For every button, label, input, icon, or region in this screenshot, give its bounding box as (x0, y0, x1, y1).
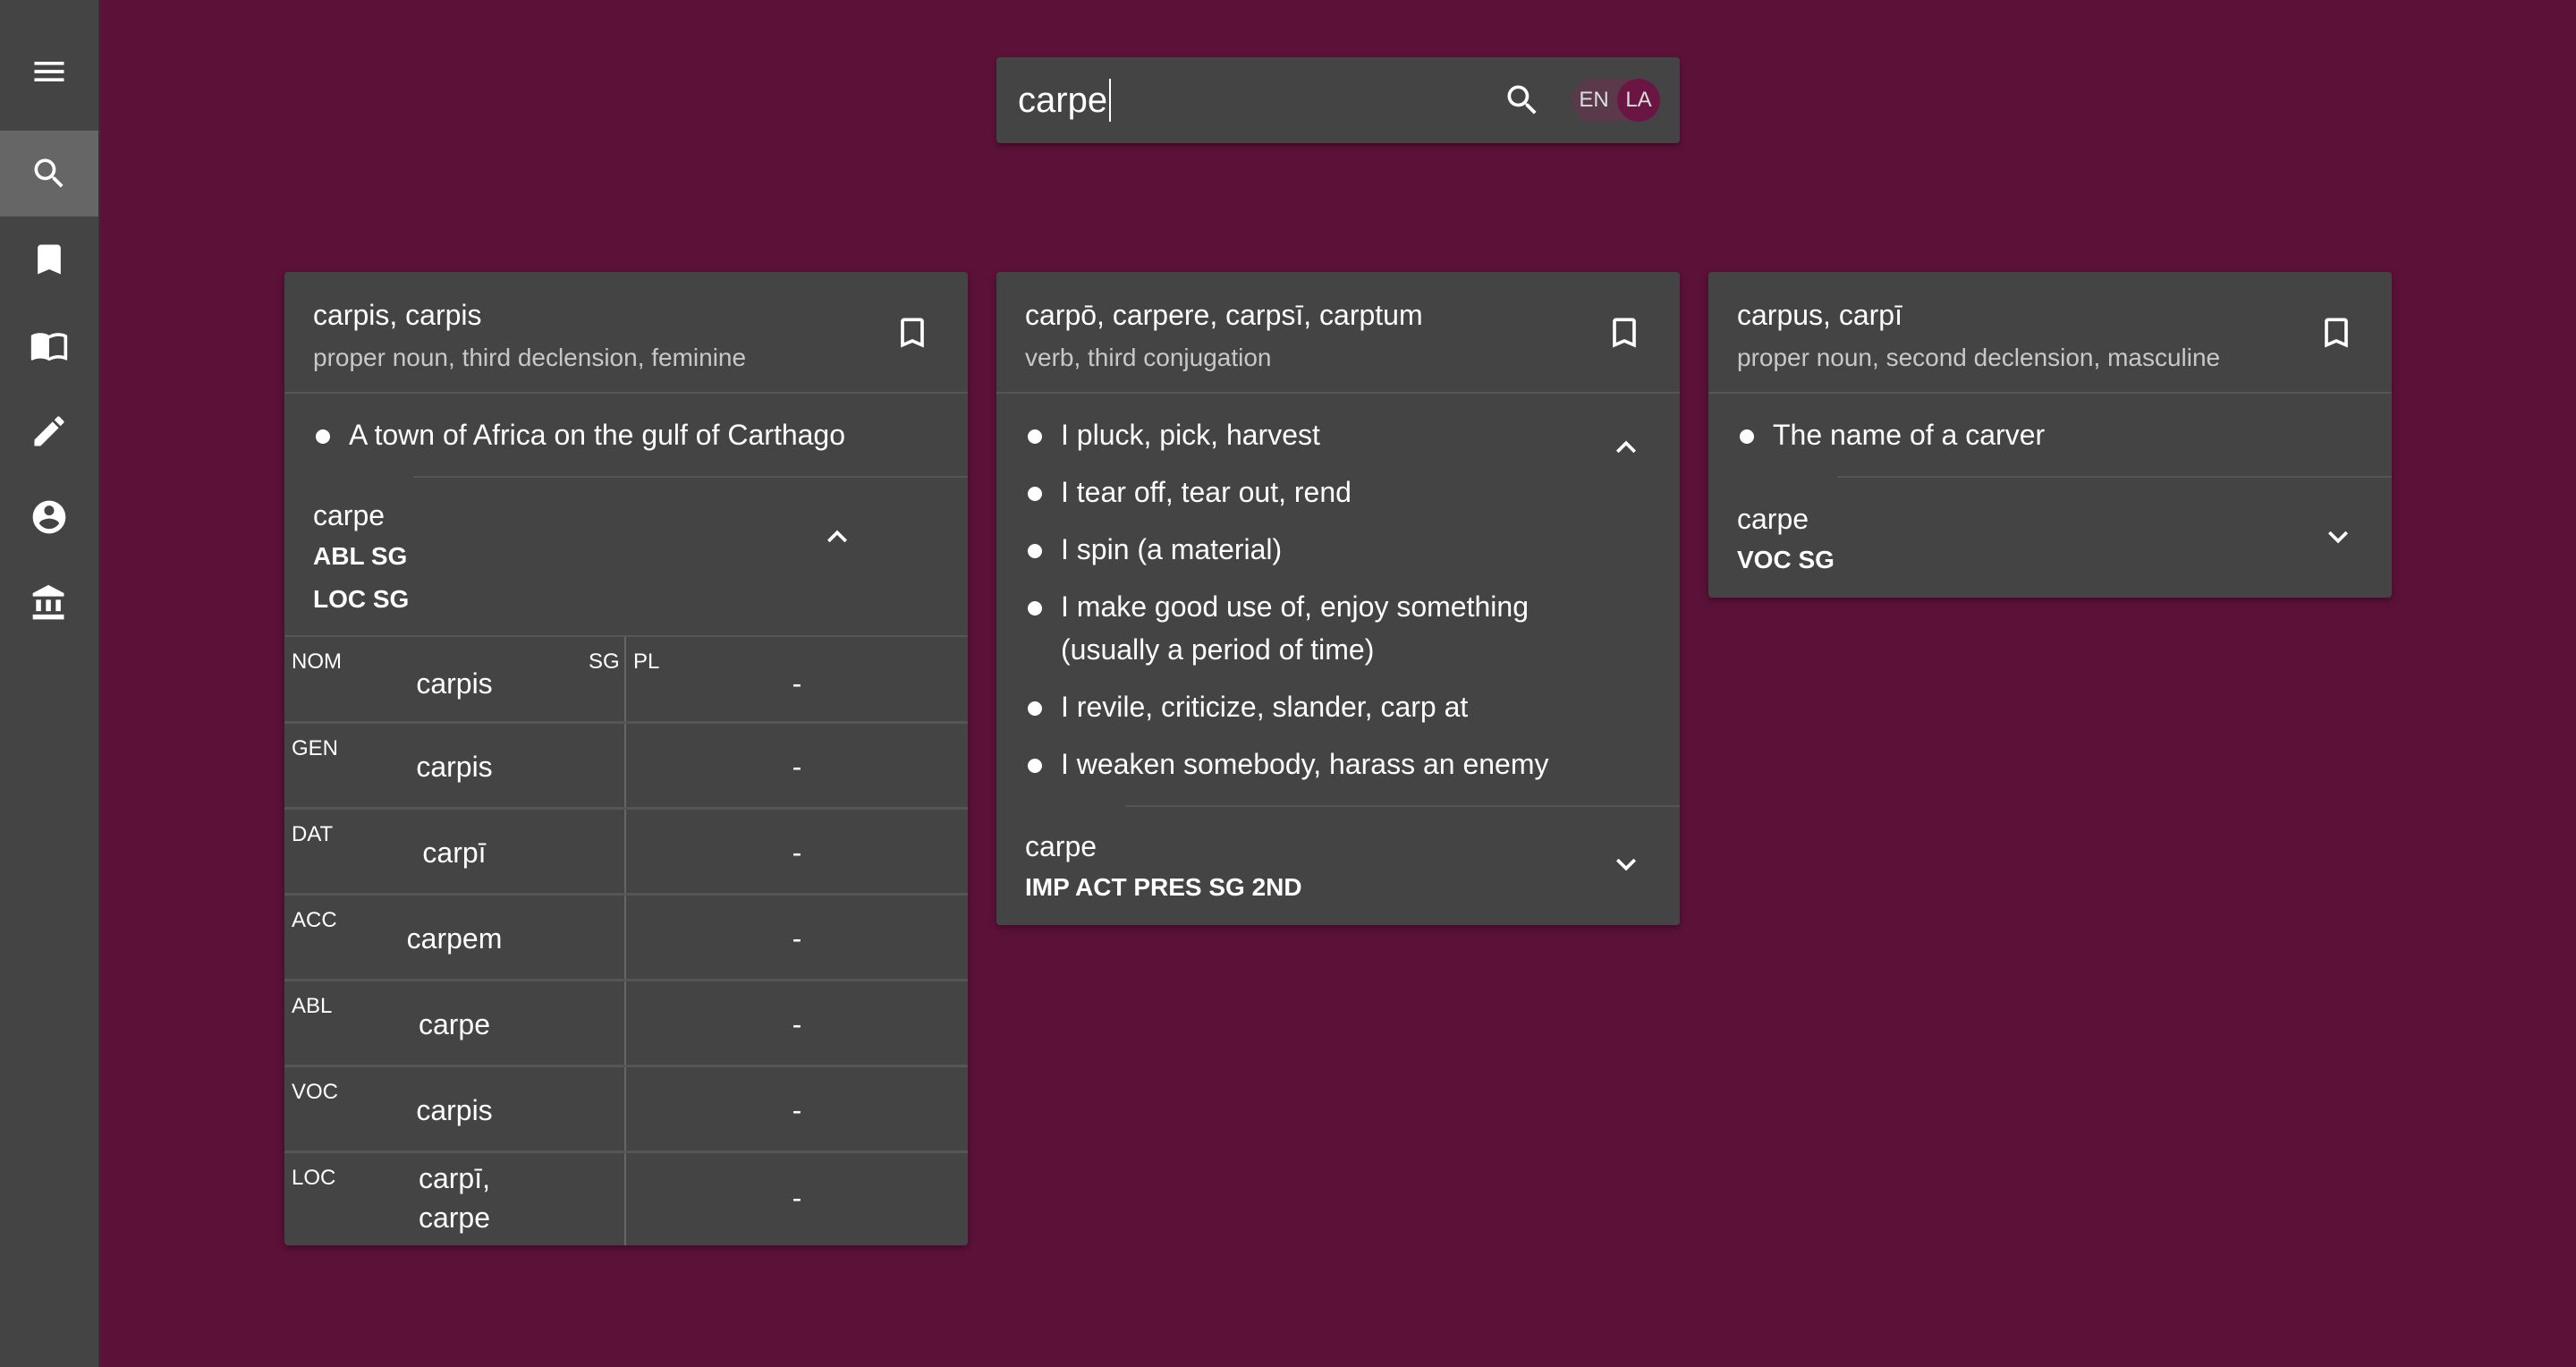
plural-form: - (792, 667, 802, 700)
chevron-up-icon (1616, 440, 1636, 454)
form-tag: VOC SG (1737, 546, 1835, 573)
plural-form: - (792, 1007, 802, 1040)
bookmark-button[interactable] (893, 313, 932, 352)
expand-button[interactable] (2318, 517, 2358, 556)
singular-form: carpis (416, 751, 493, 783)
form-word: carpe (313, 499, 386, 531)
form-tag: ABL SG (313, 542, 408, 570)
singular-form: carpis (416, 1094, 493, 1126)
table-row: GEN carpis - (284, 721, 968, 810)
form-word: carpe (1025, 830, 1097, 862)
table-row: ACC carpem - (284, 893, 968, 981)
text-caret (1109, 79, 1111, 122)
part-of-speech: proper noun, second declension, masculin… (1737, 344, 2221, 371)
part-of-speech: proper noun, third declension, feminine (313, 344, 747, 371)
bookmark-outline-icon (901, 318, 924, 348)
card-header: carpō, carpere, carpsī, carptum verb, th… (996, 272, 1680, 394)
chevron-down-icon (2328, 531, 2348, 544)
search-icon (1507, 85, 1537, 115)
card-header: carpis, carpis proper noun, third declen… (284, 272, 968, 394)
plural-form: - (792, 836, 802, 869)
form-word: carpe (1737, 503, 1809, 535)
table-row: ABL carpe - (284, 979, 968, 1067)
search-input[interactable] (1018, 77, 1483, 123)
lang-option-en[interactable]: EN (1572, 79, 1615, 122)
expand-button[interactable] (1606, 845, 1646, 884)
definition: I spin (a material) (996, 528, 1680, 571)
divider (1837, 476, 2392, 478)
book-open-icon (30, 333, 68, 361)
lang-option-la[interactable]: LA (1617, 79, 1660, 122)
divider (1125, 805, 1680, 807)
headword: carpō, carpere, carpsī, carptum (1025, 299, 1423, 331)
card-header: carpus, carpī proper noun, second declen… (1708, 272, 2392, 394)
search-button[interactable] (1503, 81, 1542, 120)
institution-icon (32, 584, 64, 620)
pencil-icon (34, 416, 64, 446)
table-row: LOC carpī, carpe - (284, 1150, 968, 1246)
plural-form: - (792, 1093, 802, 1126)
part-of-speech: verb, third conjugation (1025, 344, 1272, 371)
sidebar-item-bookmarks[interactable] (0, 217, 98, 302)
table-row: VOC carpis - (284, 1065, 968, 1153)
divider (413, 476, 968, 478)
plural-form: - (792, 921, 802, 955)
search-icon (34, 158, 64, 188)
sidebar-item-search[interactable] (0, 131, 98, 217)
result-card: carpus, carpī proper noun, second declen… (1708, 272, 2392, 598)
singular-form: carpe (418, 1008, 491, 1040)
form-tag: IMP ACT PRES SG 2ND (1025, 873, 1302, 901)
bookmark-outline-icon (2325, 318, 2348, 348)
result-card: carpō, carpere, carpsī, carptum verb, th… (996, 272, 1680, 925)
table-row: DAT carpī - (284, 807, 968, 896)
bookmark-button[interactable] (1605, 313, 1644, 352)
definition: I make good use of, enjoy something (usu… (996, 585, 1680, 671)
account-icon (32, 500, 66, 534)
bookmark-icon (38, 244, 61, 275)
collapse-button[interactable] (818, 517, 857, 556)
singular-form: carpis (416, 667, 493, 700)
singular-form: carpī (422, 836, 487, 869)
language-toggle[interactable]: EN LA (1572, 79, 1660, 122)
definition-list: I pluck, pick, harvest I tear off, tear … (996, 413, 1680, 800)
headword: carpis, carpis (313, 299, 482, 331)
definition: I tear off, tear out, rend (996, 471, 1680, 514)
chevron-down-icon (1616, 858, 1636, 871)
form-tag: LOC SG (313, 585, 410, 613)
headword: carpus, carpī (1737, 299, 1902, 331)
menu-button[interactable] (0, 29, 98, 115)
search-bar: EN LA (996, 57, 1680, 143)
definition: A town of Africa on the gulf of Carthago (284, 413, 968, 456)
definition-list: A town of Africa on the gulf of Carthago (284, 413, 968, 471)
plural-form: - (792, 750, 802, 783)
sidebar-item-editor[interactable] (0, 388, 98, 474)
definition: I weaken somebody, harass an enemy (996, 743, 1680, 785)
singular-form: carpem (406, 922, 503, 955)
singular-form: carpī, carpe (418, 1162, 491, 1234)
definition-list: The name of a carver (1708, 413, 2392, 471)
definition: I pluck, pick, harvest (996, 413, 1680, 456)
bookmark-outline-icon (1613, 318, 1636, 348)
menu-icon (34, 62, 64, 81)
definition: The name of a carver (1708, 413, 2392, 456)
bookmark-button[interactable] (2317, 313, 2356, 352)
result-card: carpis, carpis proper noun, third declen… (284, 272, 968, 1245)
chevron-up-icon (827, 530, 847, 543)
table-row: NOM carpis - (284, 635, 968, 723)
sidebar (0, 0, 100, 1367)
sidebar-item-library[interactable] (0, 560, 98, 646)
definition: I revile, criticize, slander, carp at (996, 685, 1680, 728)
plural-form: - (792, 1181, 802, 1214)
collapse-definitions-button[interactable] (1606, 428, 1646, 467)
sidebar-item-account[interactable] (0, 474, 98, 560)
sidebar-item-reader[interactable] (0, 302, 98, 388)
